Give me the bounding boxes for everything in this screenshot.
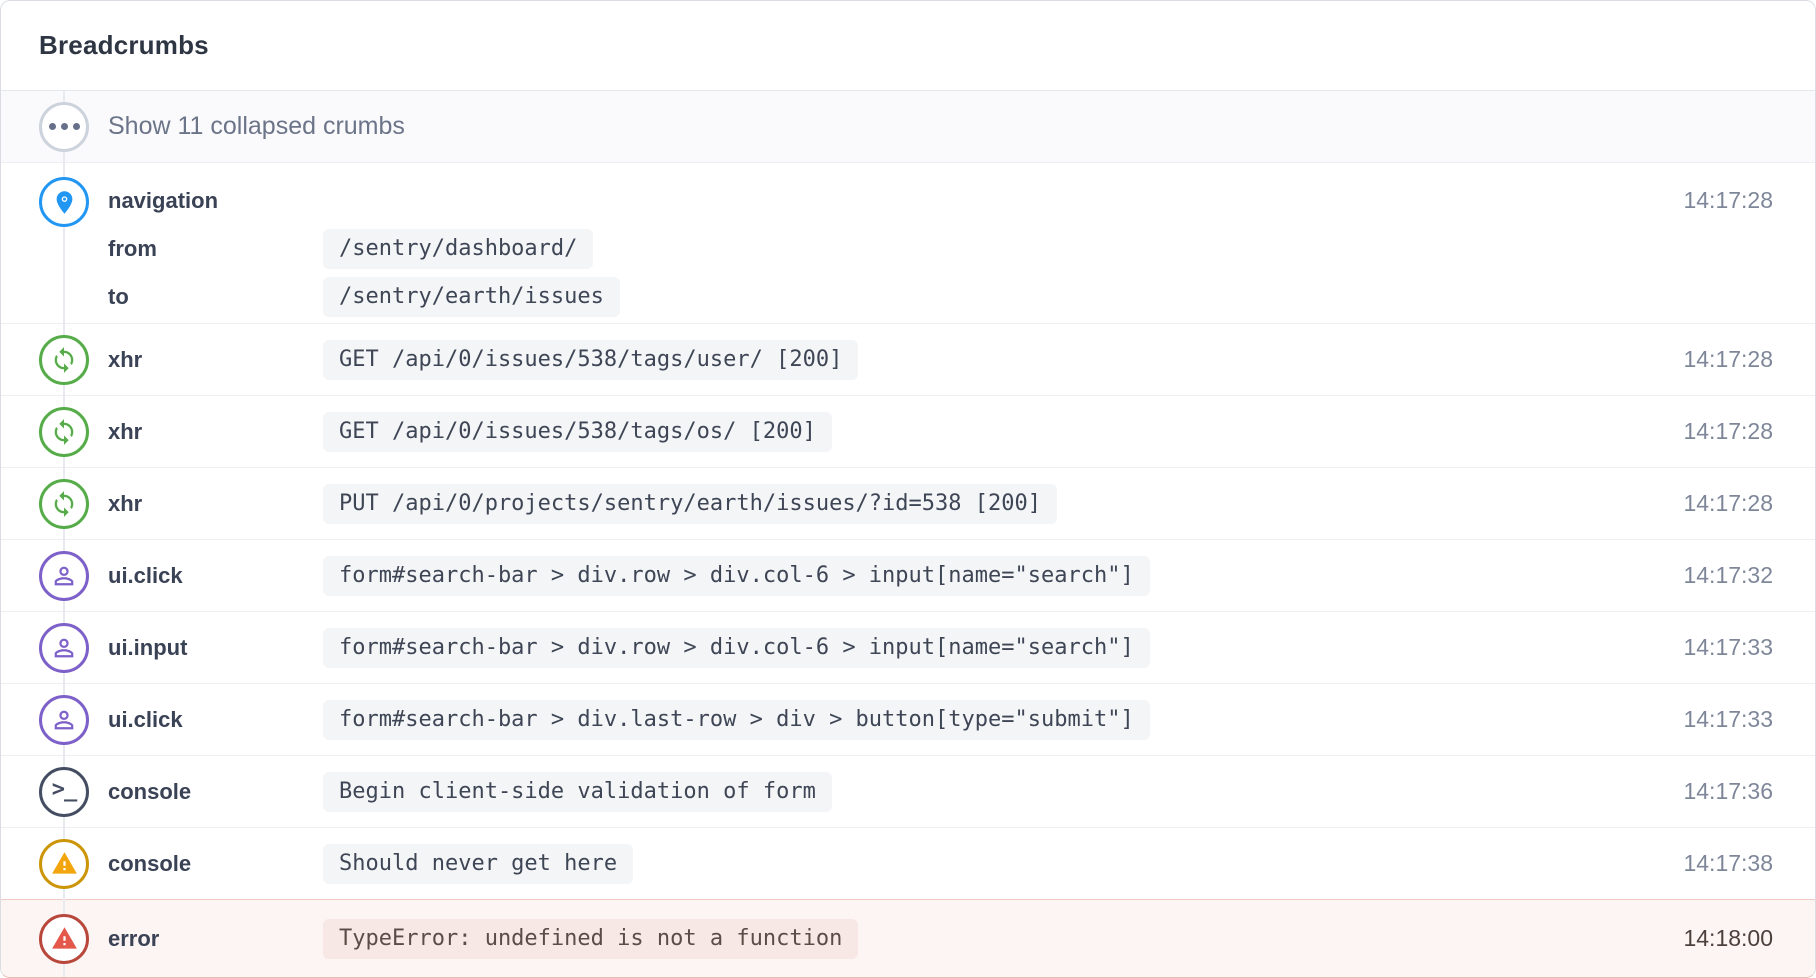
crumb-body: xhrGET /api/0/issues/538/tags/os/ [200] (108, 412, 1663, 452)
crumb-category: ui.click (108, 707, 323, 733)
crumb-category: console (108, 851, 323, 877)
crumb-message: PUT /api/0/projects/sentry/earth/issues/… (323, 484, 1057, 524)
crumb-body: ui.inputform#search-bar > div.row > div.… (108, 628, 1663, 668)
crumb-field-label: to (108, 284, 323, 310)
crumb-message: GET /api/0/issues/538/tags/user/ [200] (323, 340, 858, 380)
crumb-category: ui.input (108, 635, 323, 661)
user-icon (39, 695, 89, 745)
breadcrumb-row: ui.inputform#search-bar > div.row > div.… (1, 611, 1815, 683)
crumb-message: /sentry/earth/issues (323, 277, 620, 317)
user-icon (39, 551, 89, 601)
crumb-category: error (108, 926, 323, 952)
crumb-timestamp: 14:17:33 (1663, 634, 1773, 661)
sync-icon (39, 335, 89, 385)
breadcrumb-row: consoleShould never get here 14:17:38 (1, 827, 1815, 899)
crumb-timestamp: 14:18:00 (1663, 925, 1773, 952)
ellipsis-icon (39, 102, 89, 152)
breadcrumb-row: ui.clickform#search-bar > div.last-row >… (1, 683, 1815, 755)
location-pin-icon (39, 177, 89, 227)
crumb-message: form#search-bar > div.row > div.col-6 > … (323, 556, 1150, 596)
breadcrumb-row: xhrGET /api/0/issues/538/tags/os/ [200] … (1, 395, 1815, 467)
breadcrumb-row: errorTypeError: undefined is not a funct… (1, 899, 1815, 977)
breadcrumb-row: navigation from/sentry/dashboard/to/sentr… (1, 162, 1815, 323)
crumb-timestamp: 14:17:28 (1663, 418, 1773, 445)
crumb-message: /sentry/dashboard/ (323, 229, 593, 269)
crumb-body: ui.clickform#search-bar > div.row > div.… (108, 556, 1663, 596)
crumb-body: errorTypeError: undefined is not a funct… (108, 919, 1663, 959)
crumb-timestamp: 14:17:33 (1663, 706, 1773, 733)
crumb-timestamp: 14:17:38 (1663, 850, 1773, 877)
crumb-timestamp: 14:17:28 (1663, 187, 1773, 214)
crumb-timestamp: 14:17:28 (1663, 490, 1773, 517)
terminal-icon: >_ (39, 767, 89, 817)
crumb-message: Should never get here (323, 844, 633, 884)
breadcrumbs-panel: Breadcrumbs Show 11 collapsed crumbs nav… (0, 0, 1816, 978)
crumb-category: console (108, 779, 323, 805)
crumb-category: xhr (108, 491, 323, 517)
error-icon (39, 914, 89, 964)
user-icon (39, 623, 89, 673)
breadcrumb-row: ui.clickform#search-bar > div.row > div.… (1, 539, 1815, 611)
collapsed-crumbs-label: Show 11 collapsed crumbs (108, 112, 405, 141)
crumb-body: xhrGET /api/0/issues/538/tags/user/ [200… (108, 340, 1663, 380)
warning-icon (39, 839, 89, 889)
panel-header: Breadcrumbs (1, 1, 1815, 91)
crumb-field-label: from (108, 236, 323, 262)
breadcrumb-row: xhrGET /api/0/issues/538/tags/user/ [200… (1, 323, 1815, 395)
crumb-category: navigation (108, 188, 323, 214)
crumb-body: xhrPUT /api/0/projects/sentry/earth/issu… (108, 484, 1663, 524)
crumb-message: TypeError: undefined is not a function (323, 919, 858, 959)
crumb-timestamp: 14:17:28 (1663, 346, 1773, 373)
breadcrumb-row: >_ consoleBegin client-side validation o… (1, 755, 1815, 827)
crumb-timestamp: 14:17:36 (1663, 778, 1773, 805)
sync-icon (39, 479, 89, 529)
crumb-timestamp: 14:17:32 (1663, 562, 1773, 589)
breadcrumb-list: Show 11 collapsed crumbs navigation from/… (1, 91, 1815, 977)
crumb-category: xhr (108, 347, 323, 373)
crumb-body: consoleShould never get here (108, 844, 1663, 884)
crumb-category: ui.click (108, 563, 323, 589)
crumb-message: GET /api/0/issues/538/tags/os/ [200] (323, 412, 832, 452)
sync-icon (39, 407, 89, 457)
crumb-body: ui.clickform#search-bar > div.last-row >… (108, 700, 1663, 740)
show-collapsed-crumbs-button[interactable]: Show 11 collapsed crumbs (1, 91, 1815, 162)
crumb-message: Begin client-side validation of form (323, 772, 832, 812)
panel-title: Breadcrumbs (39, 30, 209, 61)
crumb-body: navigation from/sentry/dashboard/to/sentr… (108, 177, 1663, 321)
crumb-message: form#search-bar > div.row > div.col-6 > … (323, 628, 1150, 668)
crumb-body: consoleBegin client-side validation of f… (108, 772, 1663, 812)
crumb-category: xhr (108, 419, 323, 445)
breadcrumb-row: xhrPUT /api/0/projects/sentry/earth/issu… (1, 467, 1815, 539)
crumb-message: form#search-bar > div.last-row > div > b… (323, 700, 1150, 740)
